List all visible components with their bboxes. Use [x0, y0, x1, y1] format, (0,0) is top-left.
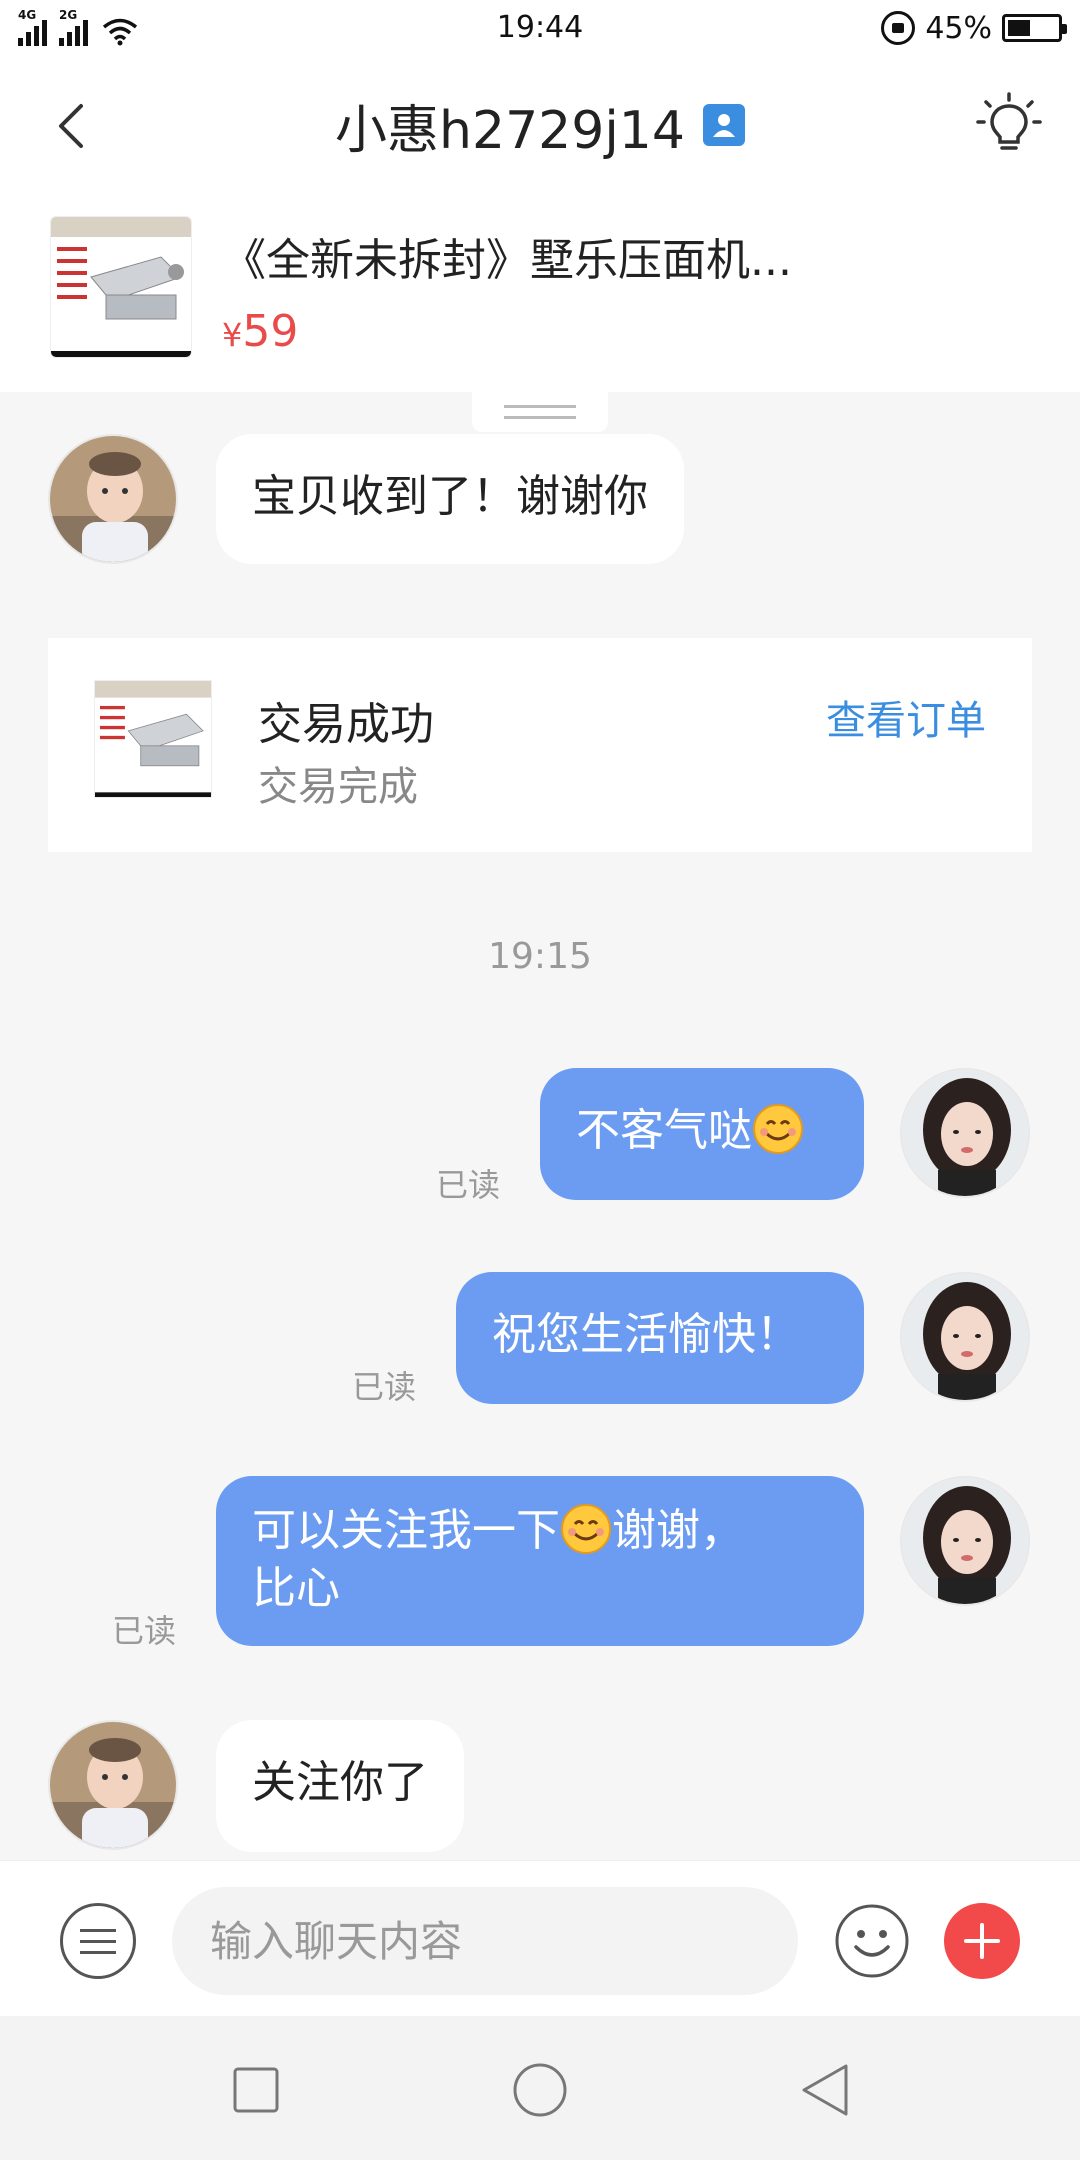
recent-apps-button[interactable]: [226, 2060, 286, 2120]
price-value: 59: [242, 306, 299, 357]
order-status: 交易完成: [258, 764, 418, 810]
self-avatar[interactable]: [900, 1068, 1030, 1198]
order-card[interactable]: 交易成功 交易完成 查看订单: [48, 638, 1032, 852]
view-order-link[interactable]: 查看订单: [826, 688, 986, 746]
read-receipt: 已读: [352, 1368, 417, 1406]
drawer-handle[interactable]: [472, 392, 608, 432]
girl-avatar-image: [902, 1478, 1028, 1604]
product-price: ¥59: [222, 306, 298, 357]
message-bubble[interactable]: 祝您生活愉快！: [456, 1272, 864, 1404]
chat-input[interactable]: [172, 1887, 798, 1995]
back-nav-button[interactable]: [796, 2060, 856, 2120]
emoji-button[interactable]: [834, 1903, 910, 1979]
message-text: 谢谢，: [612, 1505, 744, 1556]
message-text: 关注你了: [252, 1757, 428, 1808]
contact-name: 小惠h2729j14: [335, 100, 685, 161]
contact-avatar[interactable]: [48, 1720, 178, 1850]
message-text: 可以关注我一下: [252, 1505, 560, 1556]
message-text: 祝您生活愉快！: [492, 1309, 800, 1360]
product-thumbnail: [50, 216, 192, 358]
product-title: 《全新未拆封》墅乐压面机...: [222, 235, 792, 286]
system-nav-bar: [0, 2016, 1080, 2160]
message-line-2: 比心: [252, 1563, 340, 1614]
smile-emoji-icon: [753, 1104, 803, 1154]
currency-symbol: ¥: [222, 316, 243, 354]
status-bar: 4G 2G 19:44 45%: [0, 0, 1080, 56]
self-avatar[interactable]: [900, 1476, 1030, 1606]
read-receipt: 已读: [112, 1612, 177, 1650]
add-attachment-button[interactable]: [944, 1903, 1020, 1979]
battery-level-fill: [1008, 20, 1030, 36]
contact-avatar[interactable]: [48, 434, 178, 564]
baby-avatar-image: [50, 1722, 176, 1848]
message-line-1: 可以关注我一下 谢谢，: [252, 1502, 828, 1560]
battery-icon: [1002, 14, 1067, 42]
message-text: 不客气哒: [576, 1105, 752, 1156]
lightbulb-icon[interactable]: [976, 92, 1042, 158]
message-bubble[interactable]: 宝贝收到了！谢谢你: [216, 434, 684, 564]
baby-avatar-image: [50, 436, 176, 562]
chat-header: 小惠h2729j14: [0, 56, 1080, 194]
menu-button[interactable]: [60, 1903, 136, 1979]
read-receipt: 已读: [436, 1166, 501, 1204]
user-badge-icon[interactable]: [702, 104, 745, 146]
message-bubble[interactable]: 关注你了: [216, 1720, 464, 1852]
back-button[interactable]: [40, 96, 100, 156]
smile-emoji-icon: [561, 1504, 611, 1554]
plus-icon: [964, 1923, 1000, 1959]
status-time: 19:44: [496, 10, 584, 45]
self-avatar[interactable]: [900, 1272, 1030, 1402]
message-bubble[interactable]: 可以关注我一下 谢谢， 比心: [216, 1476, 864, 1646]
girl-avatar-image: [902, 1274, 1028, 1400]
order-thumbnail: [94, 680, 212, 798]
pasta-machine-image: [95, 681, 211, 797]
message-text: 宝贝收到了！谢谢你: [252, 471, 648, 522]
chat-input-bar: [0, 1860, 1080, 2016]
message-bubble[interactable]: 不客气哒: [540, 1068, 864, 1200]
home-button[interactable]: [510, 2060, 570, 2120]
chevron-left-icon: [59, 104, 83, 148]
order-title: 交易成功: [258, 699, 434, 750]
user-silhouette-icon: [712, 114, 735, 137]
pasta-machine-image: [51, 217, 191, 357]
product-strip[interactable]: 《全新未拆封》墅乐压面机... ¥59: [0, 194, 1080, 392]
girl-avatar-image: [902, 1070, 1028, 1196]
timestamp-label: 19:15: [488, 936, 592, 977]
